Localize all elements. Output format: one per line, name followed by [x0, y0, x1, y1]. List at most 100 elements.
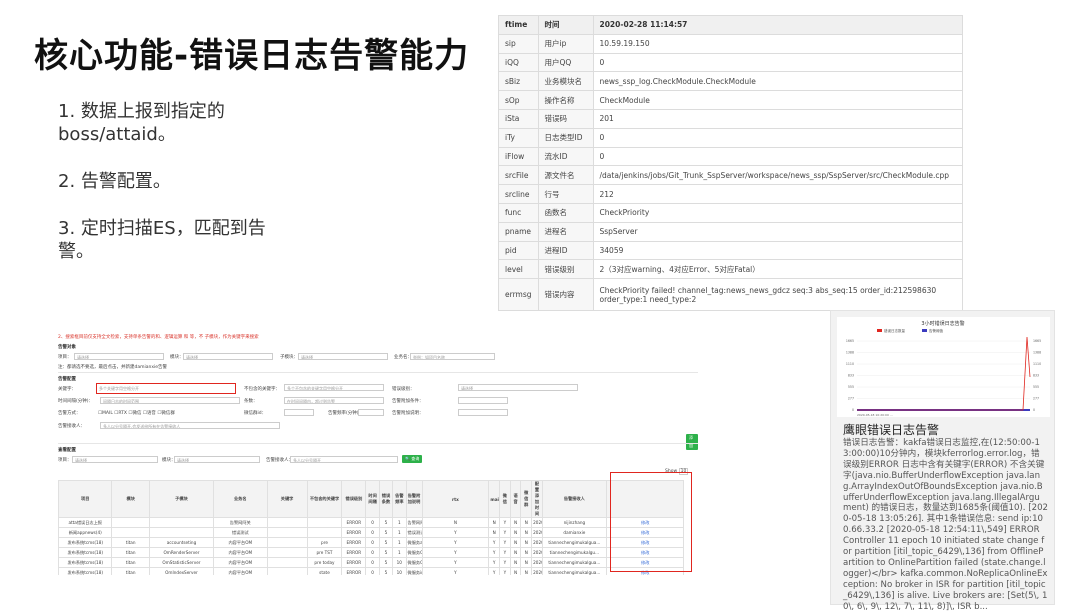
config-cell: 0	[365, 567, 380, 575]
field-table-header: ftime 时间 2020-02-28 11:14:57	[498, 15, 963, 35]
config-cell: 2020-05-07 12:42...	[531, 537, 543, 548]
field-label: 时间	[537, 15, 594, 35]
config-cell: pre today	[306, 557, 343, 568]
field-key: sip	[498, 33, 539, 54]
field-label: 操作名称	[537, 90, 594, 110]
section-alert-object: 告警对象	[58, 345, 76, 350]
field-key: srcline	[498, 184, 539, 204]
config-cell: ERROR	[341, 567, 367, 575]
config-cell: ERROR	[341, 527, 367, 538]
field-key: sBiz	[498, 71, 539, 92]
config-cell: 2020-05-07 12:42...	[531, 557, 543, 568]
feature-point-3: 3. 定时扫描ES，匹配到告警。	[58, 218, 266, 262]
config-column-header: 子模块	[148, 480, 215, 518]
project-label: 项目：	[58, 355, 72, 360]
add-button[interactable]: 添加	[686, 434, 698, 450]
config-cell: tiannechengimukalgu...	[541, 547, 607, 558]
config-cell: Y	[421, 557, 490, 568]
config-table-row: 发布系统tcms(18) titan OmRenderServer 内容平台OM pre…	[58, 547, 698, 558]
config-cell: N	[520, 527, 533, 538]
config-cell	[111, 527, 150, 538]
config-cell: pre	[306, 537, 343, 548]
group-id-input[interactable]	[284, 409, 314, 416]
config-cell: 2020-05-15 11:11...	[531, 517, 543, 528]
submodule-label: 子模块：	[280, 355, 298, 360]
interval-input[interactable]: 间隔日志的时间范围	[100, 397, 240, 404]
field-row: sOp 操作名称 CheckModule	[498, 90, 963, 110]
alert-method-options[interactable]: ☐MAIL ☐RTX ☐微信 ☐语音 ☐微信群	[98, 410, 175, 416]
module-label: 模块：	[170, 355, 184, 360]
checkbox-wechat[interactable]: ☐微信	[128, 411, 141, 416]
exclude-keyword-input[interactable]: 多个不包含的关键字用空格分开	[284, 384, 384, 391]
receiver-input[interactable]: 多人以分号隔开,会发送给所有在告警接收人	[100, 422, 280, 429]
checkbox-voice[interactable]: ☐语音	[143, 411, 156, 416]
config-cell	[111, 517, 150, 528]
legend-series: 错误日志数量	[884, 328, 905, 333]
config-cell: 0	[365, 537, 380, 548]
config-cell: 10	[392, 567, 407, 575]
config-cell: N	[509, 517, 522, 528]
field-row: level 错误级别 2（3对应warning、4对应Error、5对应Fatal）	[498, 259, 963, 280]
chart-title: 3小时错误日志告警	[921, 320, 964, 327]
config-cell: Y	[421, 527, 490, 538]
config-column-header: 错误级别	[341, 480, 367, 518]
query-receiver-label: 告警接收人：	[266, 458, 293, 463]
field-key: ftime	[498, 15, 539, 35]
field-value: SspServer	[592, 221, 963, 242]
extra-info-input[interactable]	[458, 409, 508, 416]
project-select[interactable]: 请选择	[74, 353, 164, 360]
config-column-header: 微信群	[520, 480, 533, 518]
config-cell: 1	[392, 547, 407, 558]
config-cell: 10	[392, 557, 407, 568]
feature-point-1: 1. 数据上报到指定的boss/attaid。	[58, 101, 225, 145]
module-select[interactable]: 请选择	[183, 353, 273, 360]
config-cell: state	[306, 567, 343, 575]
config-cell: titan	[111, 567, 150, 575]
query-module-select[interactable]: 请选择	[174, 456, 260, 463]
alert-title: 鹰眼错误日志告警	[843, 423, 940, 437]
config-cell: Y	[499, 517, 511, 528]
field-label: 日志类型ID	[537, 127, 594, 148]
config-column-header: 配置添加时间	[531, 480, 543, 518]
field-key: pname	[498, 221, 539, 242]
config-cell: 发布系统tcms(18)	[58, 547, 113, 558]
query-button[interactable]: 🔍 查询	[402, 455, 423, 463]
field-row: srcFile 源文件名/data/jenkins/jobs/Git_Trunk_…	[498, 165, 963, 186]
checkbox-wechat-group[interactable]: ☐微信群	[157, 411, 175, 416]
extra-condition-input[interactable]	[458, 397, 508, 404]
config-cell: 5	[378, 537, 394, 548]
field-label: 行号	[537, 184, 594, 204]
config-cell: 发布系统tcms(18)	[58, 557, 113, 568]
field-value: 2020-02-28 11:14:57	[592, 15, 963, 35]
field-row: pname 进程名 SspServer	[498, 221, 963, 242]
config-cell: 2020-05-07 12:42...	[531, 567, 543, 575]
right-tick-label: 0	[1033, 408, 1035, 412]
config-cell: 微服务OmStatisticServer告警	[405, 557, 423, 568]
checkbox-rtx[interactable]: ☐RTX	[114, 411, 127, 416]
config-cell: Y	[488, 557, 501, 568]
config-cell: tiannechengimukalgua...	[541, 567, 607, 575]
receiver-label: 告警接收人：	[58, 424, 85, 429]
keyword-input[interactable]: 多个关键字用空格分开	[96, 383, 236, 394]
form-hint: 注：都请选不要选，最后点击，并新建damianxie告警	[58, 365, 168, 370]
config-table-row: 发布系统tcms(18) titan OmStatisticServer 内容平台OM…	[58, 557, 698, 568]
config-cell: 发布系统tcms(18)	[58, 537, 113, 548]
query-project-select[interactable]: 请选择	[72, 456, 158, 463]
query-receiver-input[interactable]: 多人以分号隔开	[290, 456, 398, 463]
config-cell: Y	[421, 547, 490, 558]
business-input[interactable]: 举例：如项目名称	[410, 353, 495, 360]
config-cell: ERROR	[341, 537, 367, 548]
level-select[interactable]: 请选择	[458, 384, 578, 391]
field-value: /data/jenkins/jobs/Git_Trunk_SspServer/w…	[592, 165, 963, 186]
frequency-input[interactable]	[358, 409, 384, 416]
config-cell: Y	[488, 537, 501, 548]
count-input[interactable]: 在时间间隔内，超过则告警	[284, 397, 384, 404]
config-cell: damianxie	[541, 527, 607, 538]
right-tick-label: 1388	[1033, 351, 1041, 355]
checkbox-mail[interactable]: ☐MAIL	[98, 411, 113, 416]
error-series-line	[857, 336, 1031, 411]
config-cell: 5	[378, 547, 394, 558]
submodule-select[interactable]: 请选择	[298, 353, 388, 360]
field-value: 10.59.19.150	[592, 33, 963, 54]
config-cell	[306, 527, 343, 538]
